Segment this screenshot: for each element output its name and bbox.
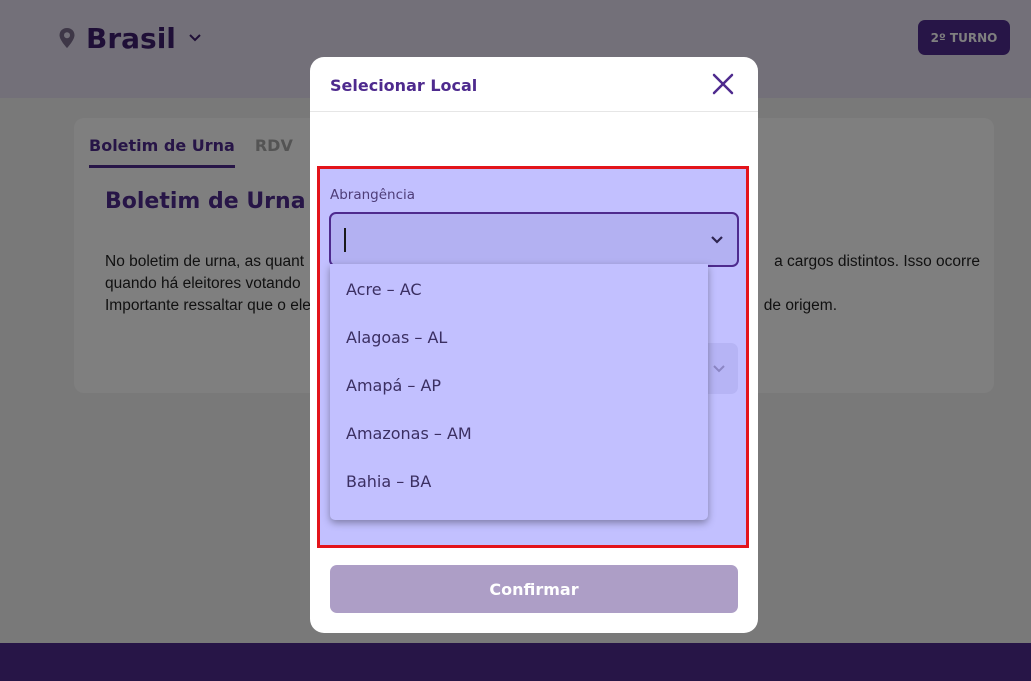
abrangencia-dropdown-list: Acre – AC Alagoas – AL Amapá – AP Amazon… [330,264,708,520]
close-button[interactable] [708,69,738,99]
option-amazonas[interactable]: Amazonas – AM [346,424,472,443]
modal-header: Selecionar Local [310,57,758,112]
option-alagoas[interactable]: Alagoas – AL [346,328,447,347]
modal-title: Selecionar Local [330,76,478,95]
text-caret [344,228,346,252]
close-icon [712,73,734,95]
option-acre[interactable]: Acre – AC [346,280,422,299]
option-bahia[interactable]: Bahia – BA [346,472,431,491]
abrangencia-select[interactable] [329,212,739,267]
chevron-down-icon [713,365,725,373]
select-location-modal: Selecionar Local Abrangência Acre – AC A… [310,57,758,633]
option-amapa[interactable]: Amapá – AP [346,376,441,395]
confirm-button[interactable]: Confirmar [330,565,738,613]
abrangencia-label: Abrangência [330,187,416,203]
chevron-down-icon [711,236,723,244]
